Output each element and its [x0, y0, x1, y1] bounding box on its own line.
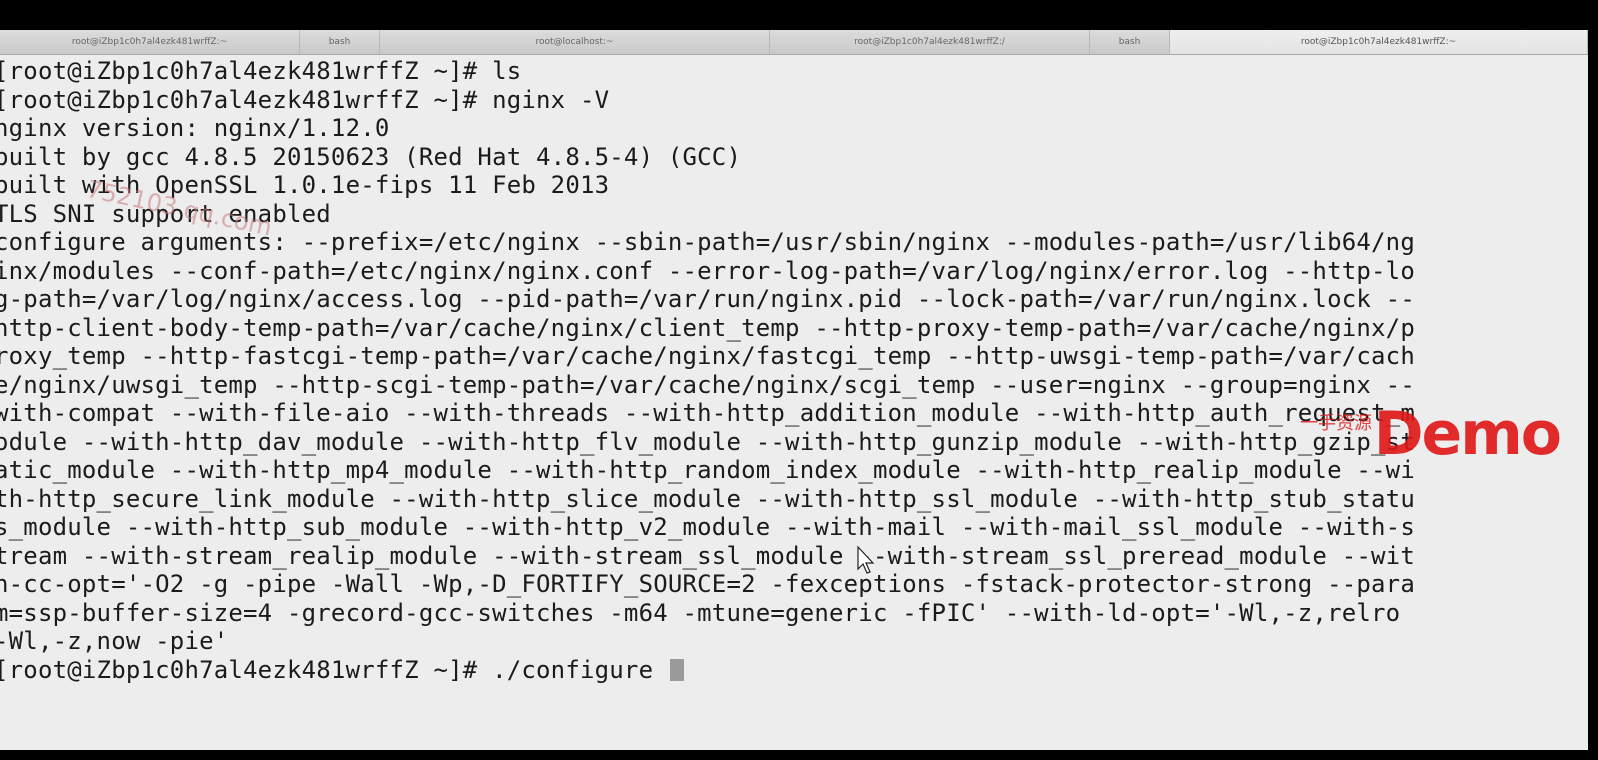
tab-bash-2[interactable]: bash — [1090, 30, 1170, 54]
terminal-line: tream --with-stream_realip_module --with… — [0, 541, 1415, 570]
tab-root-home-active[interactable]: root@iZbp1c0h7al4ezk481wrffZ:~ — [1170, 30, 1588, 54]
terminal-line: http-client-body-temp-path=/var/cache/ng… — [0, 313, 1415, 342]
tab-label: root@localhost:~ — [535, 37, 614, 47]
terminal-tab-bar: root@iZbp1c0h7al4ezk481wrffZ:~ bash root… — [0, 30, 1588, 55]
terminal-line: h-cc-opt='-O2 -g -pipe -Wall -Wp,-D_FORT… — [0, 570, 1415, 598]
terminal-line: [root@iZbp1c0h7al4ezk481wrffZ ~]# nginx … — [0, 85, 610, 114]
tab-label: root@iZbp1c0h7al4ezk481wrffZ:~ — [1300, 37, 1457, 47]
tab-root-home-1[interactable]: root@iZbp1c0h7al4ezk481wrffZ:~ — [0, 30, 300, 54]
tab-root-localhost[interactable]: root@localhost:~ — [380, 30, 770, 54]
terminal-line: e/nginx/uwsgi_temp --http-scgi-temp-path… — [0, 370, 1415, 399]
terminal-line: -Wl,-z,now -pie' — [0, 627, 229, 655]
tab-label: root@iZbp1c0h7al4ezk481wrffZ:/ — [854, 37, 1005, 47]
terminal-line: [root@iZbp1c0h7al4ezk481wrffZ ~]# ls — [0, 57, 522, 85]
tab-root-slash[interactable]: root@iZbp1c0h7al4ezk481wrffZ:/ — [770, 30, 1090, 54]
right-black-edge — [1588, 30, 1598, 760]
tab-label: root@iZbp1c0h7al4ezk481wrffZ:~ — [71, 37, 228, 47]
tab-label: bash — [1118, 37, 1141, 47]
terminal-output[interactable]: [root@iZbp1c0h7al4ezk481wrffZ ~]# ls [ro… — [0, 55, 1588, 750]
terminal-line: m=ssp-buffer-size=4 -grecord-gcc-switche… — [0, 598, 1401, 627]
terminal-line: s_module --with-http_sub_module --with-h… — [0, 513, 1415, 541]
terminal-line: nginx version: nginx/1.12.0 — [0, 114, 390, 142]
tab-label: bash — [328, 37, 351, 47]
terminal-line: with-compat --with-file-aio --with-threa… — [0, 399, 1415, 427]
bottom-black-edge — [0, 750, 1598, 760]
terminal-line: odule --with-http_dav_module --with-http… — [0, 427, 1415, 456]
terminal-line: configure arguments: --prefix=/etc/nginx… — [0, 228, 1415, 256]
terminal-lines: [root@iZbp1c0h7al4ezk481wrffZ ~]# ls [ro… — [0, 57, 1415, 684]
text-cursor — [669, 658, 684, 681]
terminal-line: roxy_temp --http-fastcgi-temp-path=/var/… — [0, 342, 1415, 370]
tab-bash-1[interactable]: bash — [300, 30, 380, 54]
terminal-line: TLS SNI support enabled — [0, 199, 331, 228]
top-black-bar — [0, 0, 1598, 30]
terminal-prompt: [root@iZbp1c0h7al4ezk481wrffZ ~]# ./conf… — [0, 655, 668, 684]
terminal-line: inx/modules --conf-path=/etc/nginx/nginx… — [0, 256, 1415, 285]
terminal-line: atic_module --with-http_mp4_module --wit… — [0, 456, 1415, 484]
terminal-line: built with OpenSSL 1.0.1e-fips 11 Feb 20… — [0, 171, 610, 199]
terminal-prompt-line[interactable]: [root@iZbp1c0h7al4ezk481wrffZ ~]# ./conf… — [0, 656, 1415, 685]
screen: root@iZbp1c0h7al4ezk481wrffZ:~ bash root… — [0, 0, 1598, 760]
terminal-line: g-path=/var/log/nginx/access.log --pid-p… — [0, 285, 1415, 313]
terminal-line: th-http_secure_link_module --with-http_s… — [0, 484, 1415, 513]
terminal-line: built by gcc 4.8.5 20150623 (Red Hat 4.8… — [0, 142, 742, 171]
